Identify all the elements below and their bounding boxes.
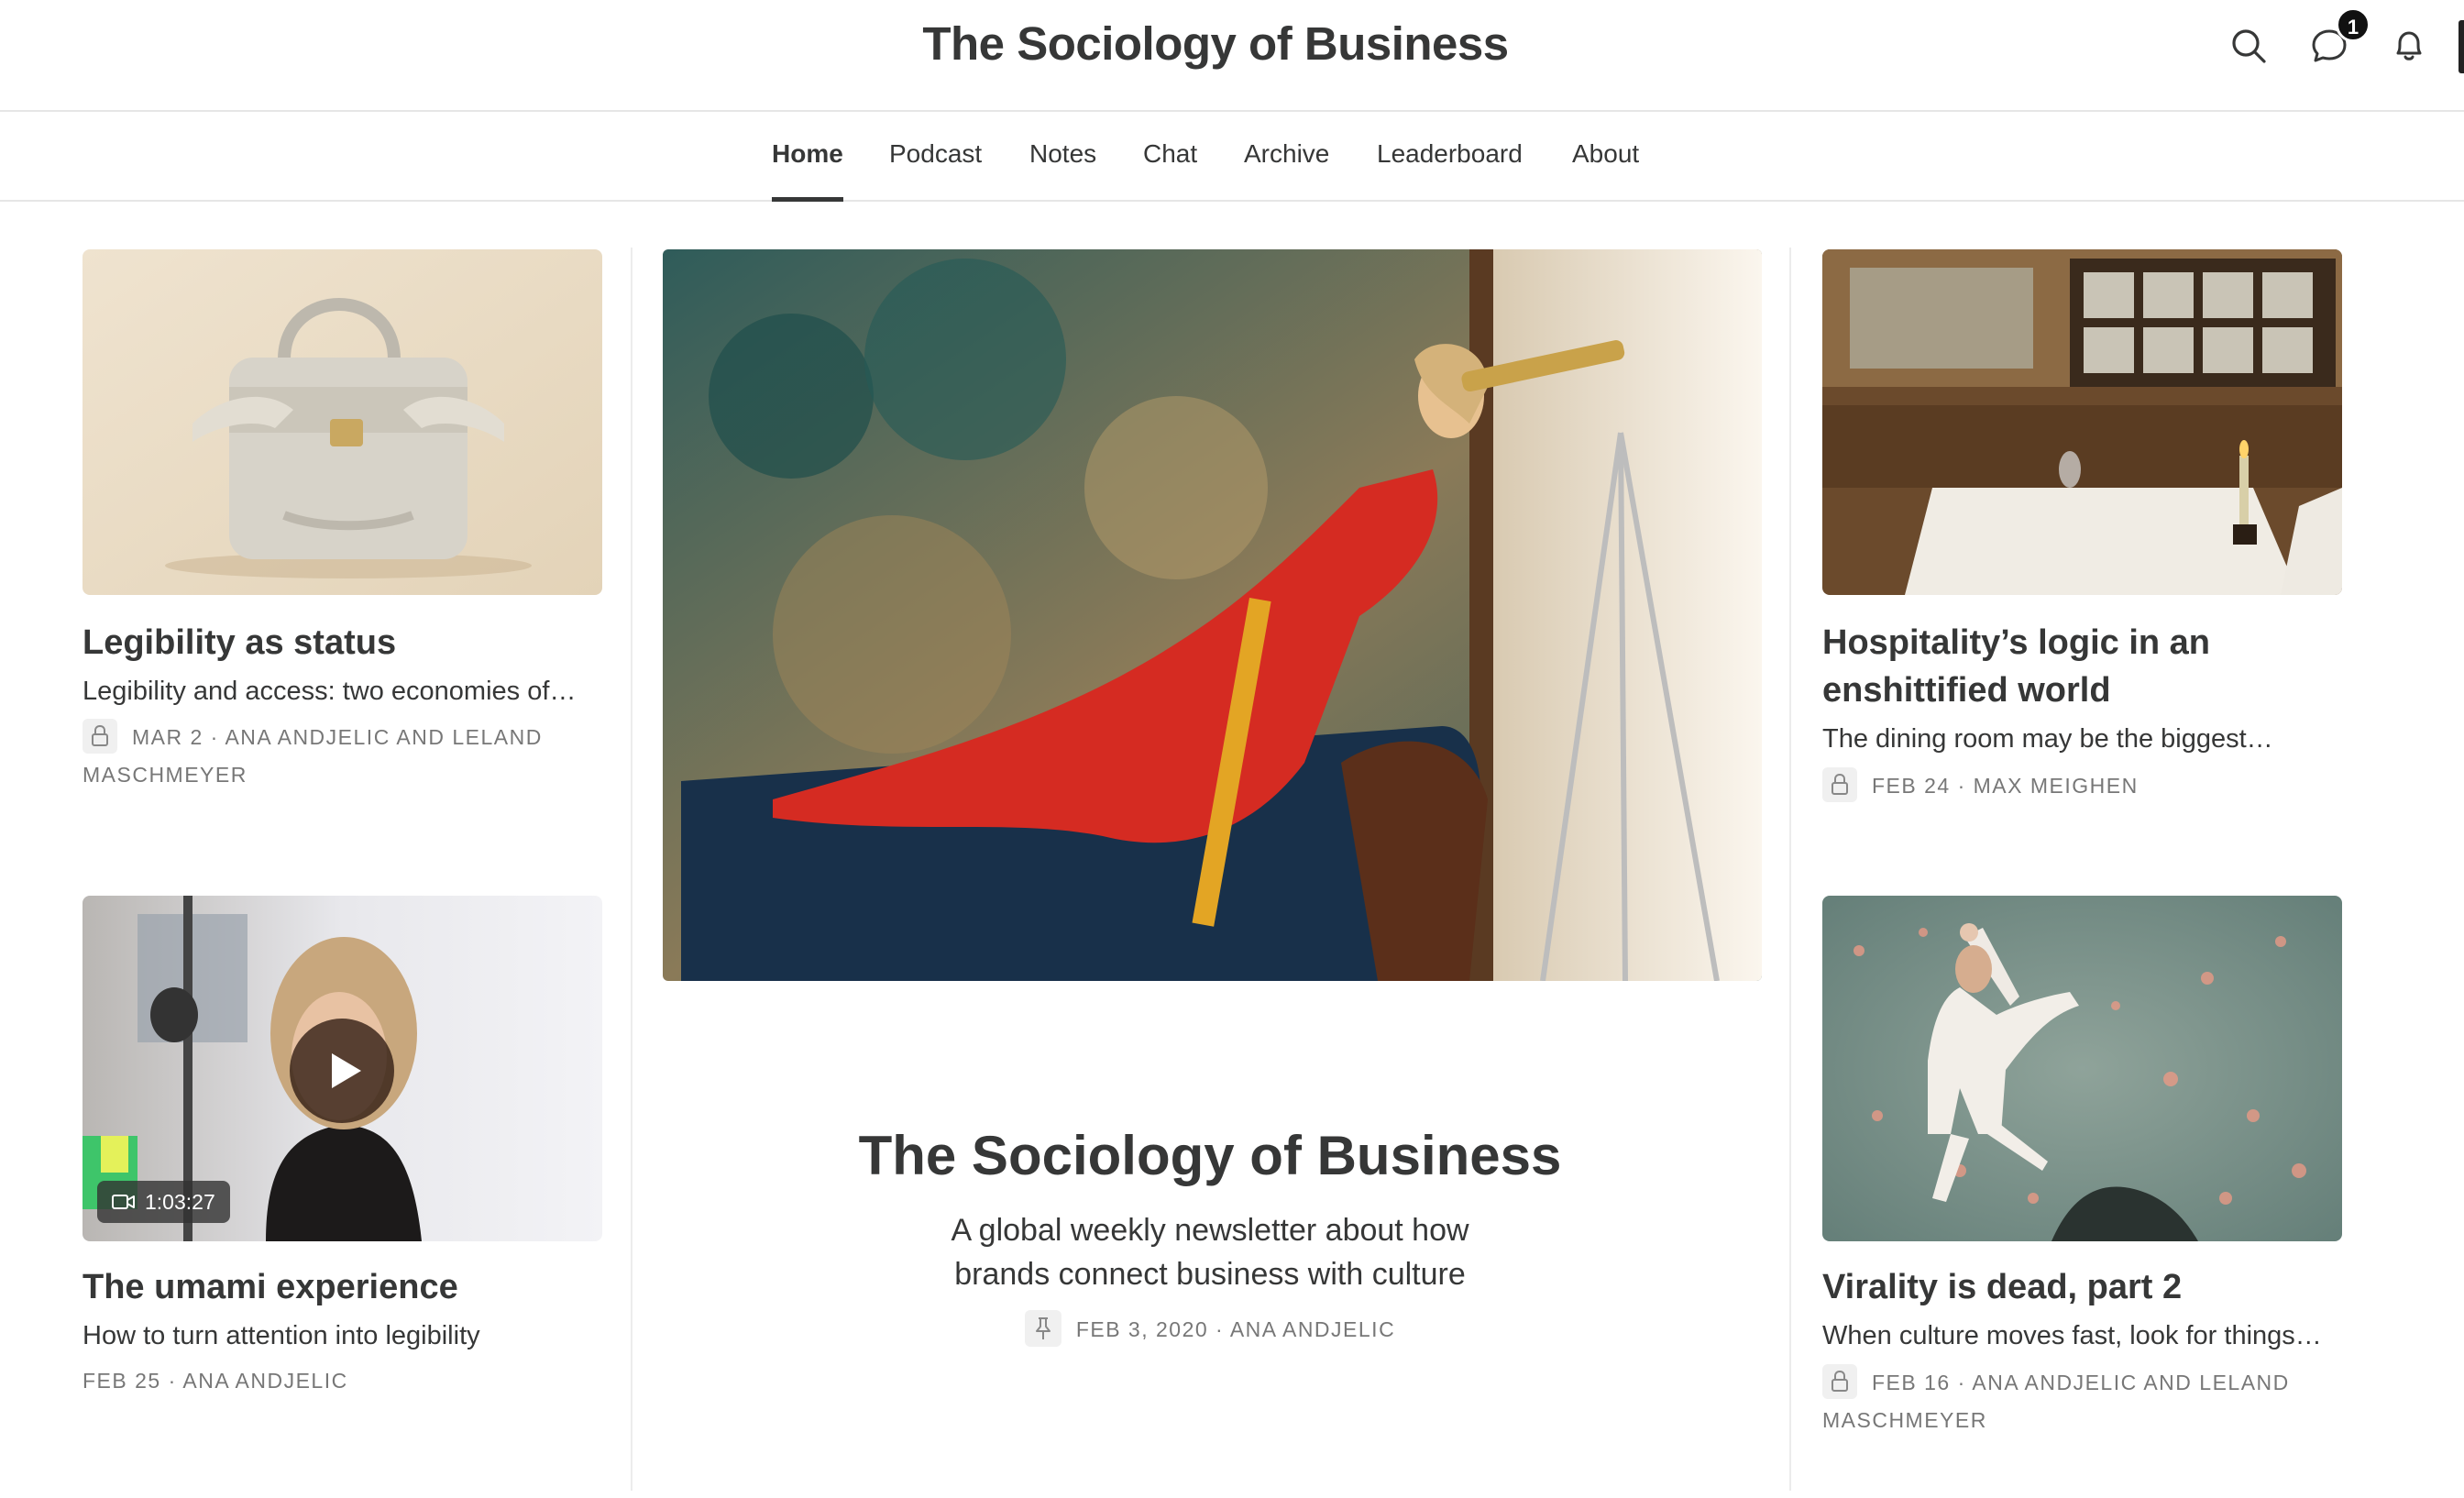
nav-podcast[interactable]: Podcast bbox=[889, 139, 982, 202]
search-icon[interactable] bbox=[2228, 25, 2270, 67]
post-meta-line1: MAR 2 · ANA ANDJELIC AND LELAND bbox=[132, 725, 543, 749]
site-title[interactable]: The Sociology of Business bbox=[0, 17, 2431, 71]
lock-icon bbox=[1822, 766, 1857, 802]
lock-icon bbox=[82, 718, 117, 754]
post-meta: FEB 24 · MAX MEIGHEN bbox=[1822, 766, 2139, 805]
post-subtitle[interactable]: When culture moves fast, look for things… bbox=[1822, 1317, 2322, 1354]
post-meta-line2: MASCHMEYER bbox=[82, 763, 248, 787]
post-meta-line1: FEB 16 · ANA ANDJELIC AND LELAND bbox=[1872, 1371, 2290, 1394]
message-count-badge: 1 bbox=[2336, 7, 2370, 42]
post-subtitle[interactable]: Legibility and access: two economies of… bbox=[82, 673, 576, 710]
post-thumbnail-performer[interactable] bbox=[1822, 896, 2342, 1241]
pin-icon bbox=[1024, 1310, 1062, 1347]
featured-title[interactable]: The Sociology of Business bbox=[660, 1124, 1760, 1187]
post-thumbnail-video[interactable]: 1:03:27 bbox=[82, 896, 602, 1241]
nav-notes[interactable]: Notes bbox=[1029, 139, 1096, 202]
post-title[interactable]: Virality is dead, part 2 bbox=[1822, 1263, 2182, 1311]
featured-hero-image[interactable] bbox=[663, 249, 1762, 981]
bell-icon[interactable] bbox=[2388, 25, 2430, 67]
post-title[interactable]: Hospitality’s logic in an enshittified w… bbox=[1822, 619, 2210, 714]
post-subtitle[interactable]: How to turn attention into legibility bbox=[82, 1317, 480, 1354]
post-meta: FEB 25 · ANA ANDJELIC bbox=[82, 1369, 348, 1393]
nav-archive[interactable]: Archive bbox=[1244, 139, 1329, 202]
nav-active-underline bbox=[772, 197, 843, 202]
post-title[interactable]: Legibility as status bbox=[82, 619, 396, 666]
post-thumbnail-handbag[interactable] bbox=[82, 249, 602, 595]
post-meta: FEB 16 · ANA ANDJELIC AND LELAND MASCHME… bbox=[1822, 1363, 2290, 1439]
video-camera-icon bbox=[112, 1194, 135, 1209]
nav-about[interactable]: About bbox=[1572, 139, 1639, 202]
post-subtitle[interactable]: The dining room may be the biggest… bbox=[1822, 721, 2273, 757]
column-divider-right bbox=[1789, 248, 1791, 1491]
section-nav: Home Podcast Notes Chat Archive Leaderbo… bbox=[0, 112, 2464, 202]
post-meta-line2: MASCHMEYER bbox=[1822, 1408, 1987, 1432]
post-thumbnail-dining-room[interactable] bbox=[1822, 249, 2342, 595]
nav-chat[interactable]: Chat bbox=[1143, 139, 1197, 202]
nav-leaderboard[interactable]: Leaderboard bbox=[1377, 139, 1523, 202]
nav-home[interactable]: Home bbox=[772, 139, 843, 202]
site-header: The Sociology of Business 1 bbox=[0, 0, 2464, 112]
post-title[interactable]: The umami experience bbox=[82, 1263, 458, 1311]
featured-subtitle[interactable]: A global weekly newsletter about how bra… bbox=[752, 1208, 1668, 1296]
profile-edge[interactable] bbox=[2458, 20, 2464, 73]
lock-icon bbox=[1822, 1363, 1857, 1399]
column-divider-left bbox=[631, 248, 632, 1491]
video-duration-badge: 1:03:27 bbox=[97, 1181, 230, 1223]
featured-meta: FEB 3, 2020 · ANA ANDJELIC bbox=[752, 1310, 1668, 1349]
post-meta: MAR 2 · ANA ANDJELIC AND LELAND MASCHMEY… bbox=[82, 718, 543, 794]
play-button[interactable] bbox=[290, 1019, 394, 1123]
